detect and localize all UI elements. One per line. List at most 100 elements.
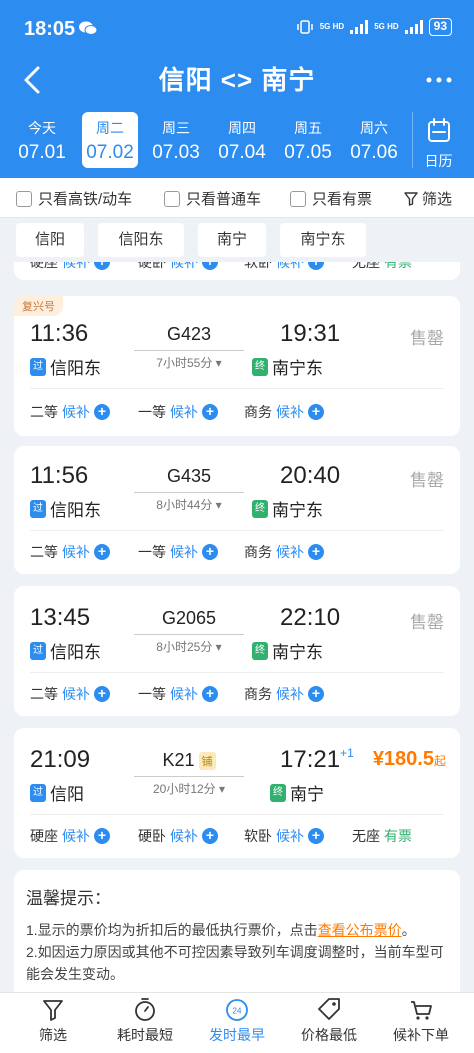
seat-item: 一等 候补 + <box>138 542 218 562</box>
filter-available-checkbox[interactable]: 只看有票 <box>290 188 372 209</box>
plus-icon[interactable]: + <box>94 262 110 270</box>
clock-24-label: 24 <box>233 1007 242 1016</box>
departure-station: 过信阳东 <box>30 496 101 521</box>
train-card[interactable]: 11:56 G435 8小时44分 ▾ 20:40 售罄 过信阳东 终南宁东 二… <box>14 446 460 574</box>
plus-icon[interactable]: + <box>202 404 218 420</box>
date-tab-5[interactable]: 周六 07.06 <box>346 112 402 168</box>
status-time: 18:05 <box>24 18 76 40</box>
train-card[interactable]: 21:09 K21 铺 20小时12分 ▾ 17:21+1 ¥180.5起 过信阳… <box>14 728 460 858</box>
arrival-time: 20:40 <box>280 462 341 489</box>
checkbox-icon <box>164 190 180 207</box>
seat-status: 候补 <box>170 686 198 702</box>
screen-button[interactable]: 筛选 <box>404 188 452 209</box>
date-tab-2[interactable]: 周三 07.03 <box>148 112 204 168</box>
seat-status: 候补 <box>170 262 198 270</box>
fuxing-badge: 复兴号 <box>14 296 63 316</box>
plus-icon[interactable]: + <box>202 686 218 702</box>
departure-station: 过信阳东 <box>30 638 101 663</box>
station-chip-0[interactable]: 信阳 <box>16 223 84 257</box>
divider <box>30 814 444 815</box>
date-week: 周五 <box>294 120 322 136</box>
more-icon[interactable] <box>424 70 454 90</box>
date-tab-3[interactable]: 周四 07.04 <box>214 112 270 168</box>
station-chip-3[interactable]: 南宁东 <box>280 223 366 257</box>
funnel-icon <box>404 191 418 206</box>
date-tab-0[interactable]: 今天 07.01 <box>14 112 70 168</box>
plus-icon[interactable]: + <box>308 404 324 420</box>
checkbox-icon <box>16 190 32 207</box>
duration[interactable]: 8小时44分 ▾ <box>134 492 244 513</box>
plus-icon[interactable]: + <box>94 544 110 560</box>
date-tab-1[interactable]: 周二 07.02 <box>82 112 138 168</box>
seat-item: 硬座候补 + <box>30 262 110 272</box>
seat-item: 商务 候补 + <box>244 684 324 704</box>
tab-earliest[interactable]: 24 发时最早 <box>190 997 284 1045</box>
station-chips: 信阳 信阳东 南宁 南宁东 <box>0 219 474 263</box>
plus-icon[interactable]: + <box>94 404 110 420</box>
seat-status: 候补 <box>62 262 90 270</box>
tab-shortest[interactable]: 耗时最短 <box>98 997 192 1045</box>
train-card[interactable]: 复兴号 11:36 G423 7小时55分 ▾ 19:31 售罄 过信阳东 终南… <box>14 296 460 436</box>
wechat-icon <box>79 21 98 35</box>
seat-status: 候补 <box>62 544 90 560</box>
train-number: G423 <box>166 324 212 344</box>
plus-icon[interactable]: + <box>308 262 324 270</box>
seat-status: 候补 <box>276 544 304 560</box>
plus-icon[interactable]: + <box>202 544 218 560</box>
tab-filter[interactable]: 筛选 <box>6 997 100 1045</box>
arrival-station: 终南宁东 <box>252 354 323 379</box>
date-tab-4[interactable]: 周五 07.05 <box>280 112 336 168</box>
filter-label: 只看有票 <box>312 191 373 208</box>
train-number: G435 <box>166 466 212 486</box>
duration[interactable]: 7小时55分 ▾ <box>134 350 244 371</box>
date-value: 07.06 <box>350 142 398 163</box>
seat-name: 硬座 <box>30 262 58 270</box>
date-week: 周六 <box>360 120 388 136</box>
plus-icon[interactable]: + <box>308 828 324 844</box>
tab-lowest-price[interactable]: 价格最低 <box>282 997 376 1045</box>
arrival-station: 终南宁东 <box>252 638 323 663</box>
duration[interactable]: 8小时25分 ▾ <box>134 634 244 655</box>
vibrate-icon <box>296 20 313 34</box>
tips-line-2: 2.如因运力原因或其他不可控因素导致列车调度调整时，当前车型可能会发生变动。 <box>26 944 444 982</box>
plus-icon[interactable]: + <box>94 686 110 702</box>
view-fares-link[interactable]: 查看公布票价 <box>318 922 402 938</box>
next-day-indicator: +1 <box>340 746 354 760</box>
train-card-partial[interactable]: 硬座候补+ 硬卧候补+ 软卧候补+ 无座有票 <box>14 262 460 280</box>
checkbox-icon <box>290 190 306 207</box>
price: ¥180.5起 <box>372 748 446 770</box>
pass-tag: 过 <box>30 641 46 660</box>
date-value: 07.04 <box>218 142 266 163</box>
plus-icon[interactable]: + <box>202 828 218 844</box>
tips-line-1: 1.显示的票价均为折扣后的最低执行票价，点击查看公布票价。 <box>26 922 416 938</box>
sold-out-label: 售罄 <box>410 613 444 632</box>
plus-icon[interactable]: + <box>308 544 324 560</box>
terminal-tag: 终 <box>252 641 268 660</box>
train-card[interactable]: 13:45 G2065 8小时25分 ▾ 22:10 售罄 过信阳东 终南宁东 … <box>14 586 460 716</box>
filter-label: 只看高铁/动车 <box>38 191 133 208</box>
sleeper-badge: 铺 <box>198 752 216 771</box>
tab-waitlist-order[interactable]: 候补下单 <box>374 997 468 1045</box>
signal-icon <box>404 20 423 34</box>
seat-name: 无座 <box>352 262 380 270</box>
train-number: G2065 <box>161 608 217 628</box>
seat-status: 有票 <box>384 262 412 270</box>
date-week: 周二 <box>96 120 124 136</box>
filter-hsr-checkbox[interactable]: 只看高铁/动车 <box>16 188 132 209</box>
page-title: 信阳 <> 南宁 <box>158 65 316 95</box>
calendar-button[interactable]: 日历 <box>412 112 464 169</box>
seat-item: 二等 候补 + <box>30 542 110 562</box>
plus-icon[interactable]: + <box>94 828 110 844</box>
station-chip-2[interactable]: 南宁 <box>198 223 266 257</box>
seat-item: 无座 有票 <box>352 828 412 844</box>
sold-out-label: 售罄 <box>410 329 444 348</box>
seat-item: 软卧候补+ <box>244 826 324 846</box>
seat-item: 硬座候补+ <box>30 826 110 846</box>
plus-icon[interactable]: + <box>308 686 324 702</box>
duration[interactable]: 20小时12分 ▾ <box>134 776 244 797</box>
seat-row: 硬座候补+ 硬卧候补+ 软卧候补+ 无座有票 <box>30 262 444 276</box>
station-chip-1[interactable]: 信阳东 <box>98 223 184 257</box>
filter-normal-checkbox[interactable]: 只看普通车 <box>164 188 261 209</box>
plus-icon[interactable]: + <box>202 262 218 270</box>
arrival-station: 终南宁东 <box>252 496 323 521</box>
